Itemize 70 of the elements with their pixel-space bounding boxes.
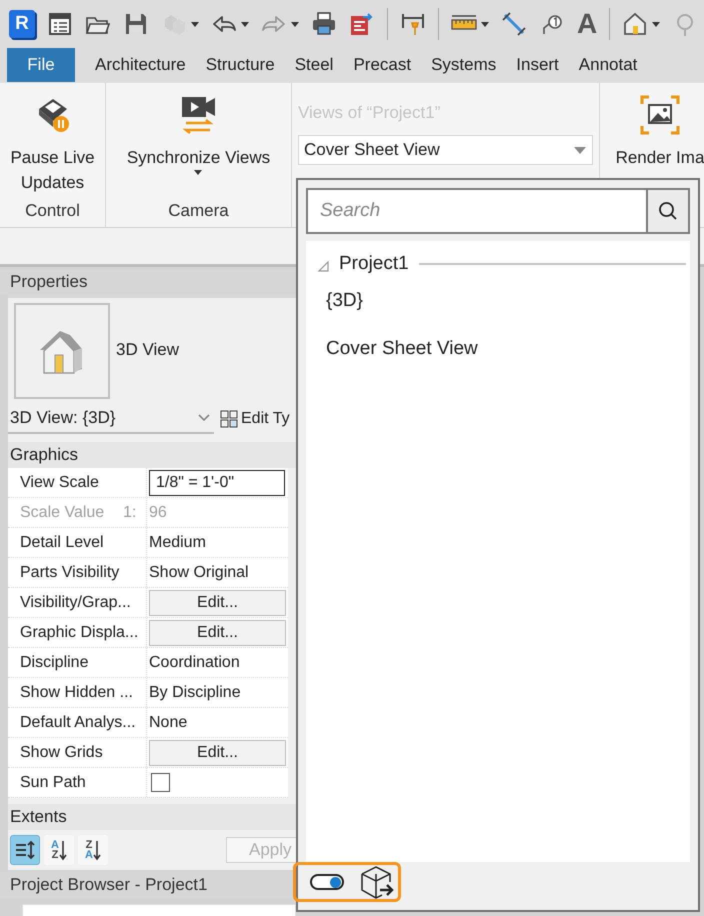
toggle-switch[interactable] — [310, 874, 344, 890]
caret-icon — [652, 22, 660, 26]
property-value: Medium — [149, 534, 206, 552]
property-label: Visibility/Grap... — [8, 588, 147, 617]
view-item[interactable]: {3D} — [318, 277, 686, 325]
property-label: Graphic Displa... — [8, 618, 147, 647]
group-header[interactable]: Graphics — [8, 442, 296, 468]
line-icon — [501, 11, 527, 37]
tree-node[interactable]: Project1 — [339, 253, 409, 275]
dimension-icon — [400, 11, 426, 37]
property-label: Show Grids — [8, 738, 147, 767]
panel-icon — [47, 11, 73, 37]
export-icon — [349, 11, 375, 37]
property-value: Show Original — [149, 564, 249, 582]
caret-icon — [291, 22, 299, 26]
caret-icon — [194, 170, 202, 175]
ribbon-tab[interactable]: Steel — [284, 48, 344, 82]
ribbon-tab[interactable]: Systems — [421, 48, 506, 82]
expander-icon[interactable] — [318, 260, 329, 272]
property-label: Detail Level — [8, 528, 147, 557]
search-field[interactable]: Search — [306, 188, 646, 234]
edit-button[interactable]: Edit... — [149, 590, 286, 616]
property-value: By Discipline — [149, 684, 241, 702]
group-header[interactable]: Extents — [8, 804, 296, 830]
ribbon-tab[interactable]: Structure — [196, 48, 285, 82]
property-value: None — [149, 714, 188, 732]
property-label: Parts Visibility — [8, 558, 147, 587]
ribbon-tab[interactable]: Precast — [343, 48, 422, 82]
sort-button[interactable]: A Z — [44, 835, 74, 865]
property-value: 96 — [149, 504, 167, 522]
grid-icon — [220, 410, 238, 428]
instance-select[interactable]: 3D View: {3D} — [8, 404, 214, 434]
property-input[interactable]: 1/8" = 1'-0" — [149, 470, 285, 496]
save-icon — [123, 11, 149, 37]
property-value: Coordination — [149, 654, 240, 672]
caret-icon — [191, 22, 199, 26]
edit-type-button[interactable]: Edit Ty — [220, 410, 290, 428]
property-label: Sun Path — [8, 768, 147, 797]
search-button[interactable] — [646, 188, 690, 234]
house-icon — [622, 11, 648, 37]
search-icon — [658, 201, 678, 221]
categorized-button[interactable] — [10, 835, 40, 865]
ribbon-tab[interactable]: Insert — [506, 48, 569, 82]
ribbon-tool-button[interactable]: Pause Live Updates — [4, 83, 100, 197]
down-arrow-icon — [92, 839, 101, 861]
caret-icon — [241, 22, 249, 26]
chevron-icon — [198, 414, 210, 422]
print-icon — [311, 11, 337, 37]
view-item[interactable]: Cover Sheet View — [318, 325, 686, 373]
ribbon-tab[interactable]: File — [7, 48, 75, 82]
cube-export-icon[interactable] — [360, 865, 394, 899]
caret-icon — [481, 22, 489, 26]
panel-title: Camera — [167, 200, 230, 222]
checkbox[interactable] — [151, 773, 170, 792]
ribbon-tab[interactable]: Annotat — [568, 48, 648, 82]
property-label: Default Analys... — [8, 708, 147, 737]
property-label: View Scale — [8, 468, 147, 497]
down-arrow-icon — [58, 839, 67, 861]
property-label: Discipline — [8, 648, 147, 677]
ribbon-tab[interactable]: Architecture — [85, 48, 196, 82]
property-label: Show Hidden ... — [8, 678, 147, 707]
panel-title: Control — [24, 200, 81, 222]
scale-prefix: 1: — [123, 504, 136, 522]
edit-button[interactable]: Edit... — [149, 740, 286, 766]
type-name: 3D View — [116, 340, 179, 360]
sort-button[interactable]: Z A — [78, 835, 108, 865]
caret-icon — [574, 146, 586, 154]
ribbon-tool-button[interactable]: Synchronize Views — [126, 83, 270, 197]
image-icon — [638, 93, 682, 137]
edit-button[interactable]: Edit... — [149, 620, 286, 646]
